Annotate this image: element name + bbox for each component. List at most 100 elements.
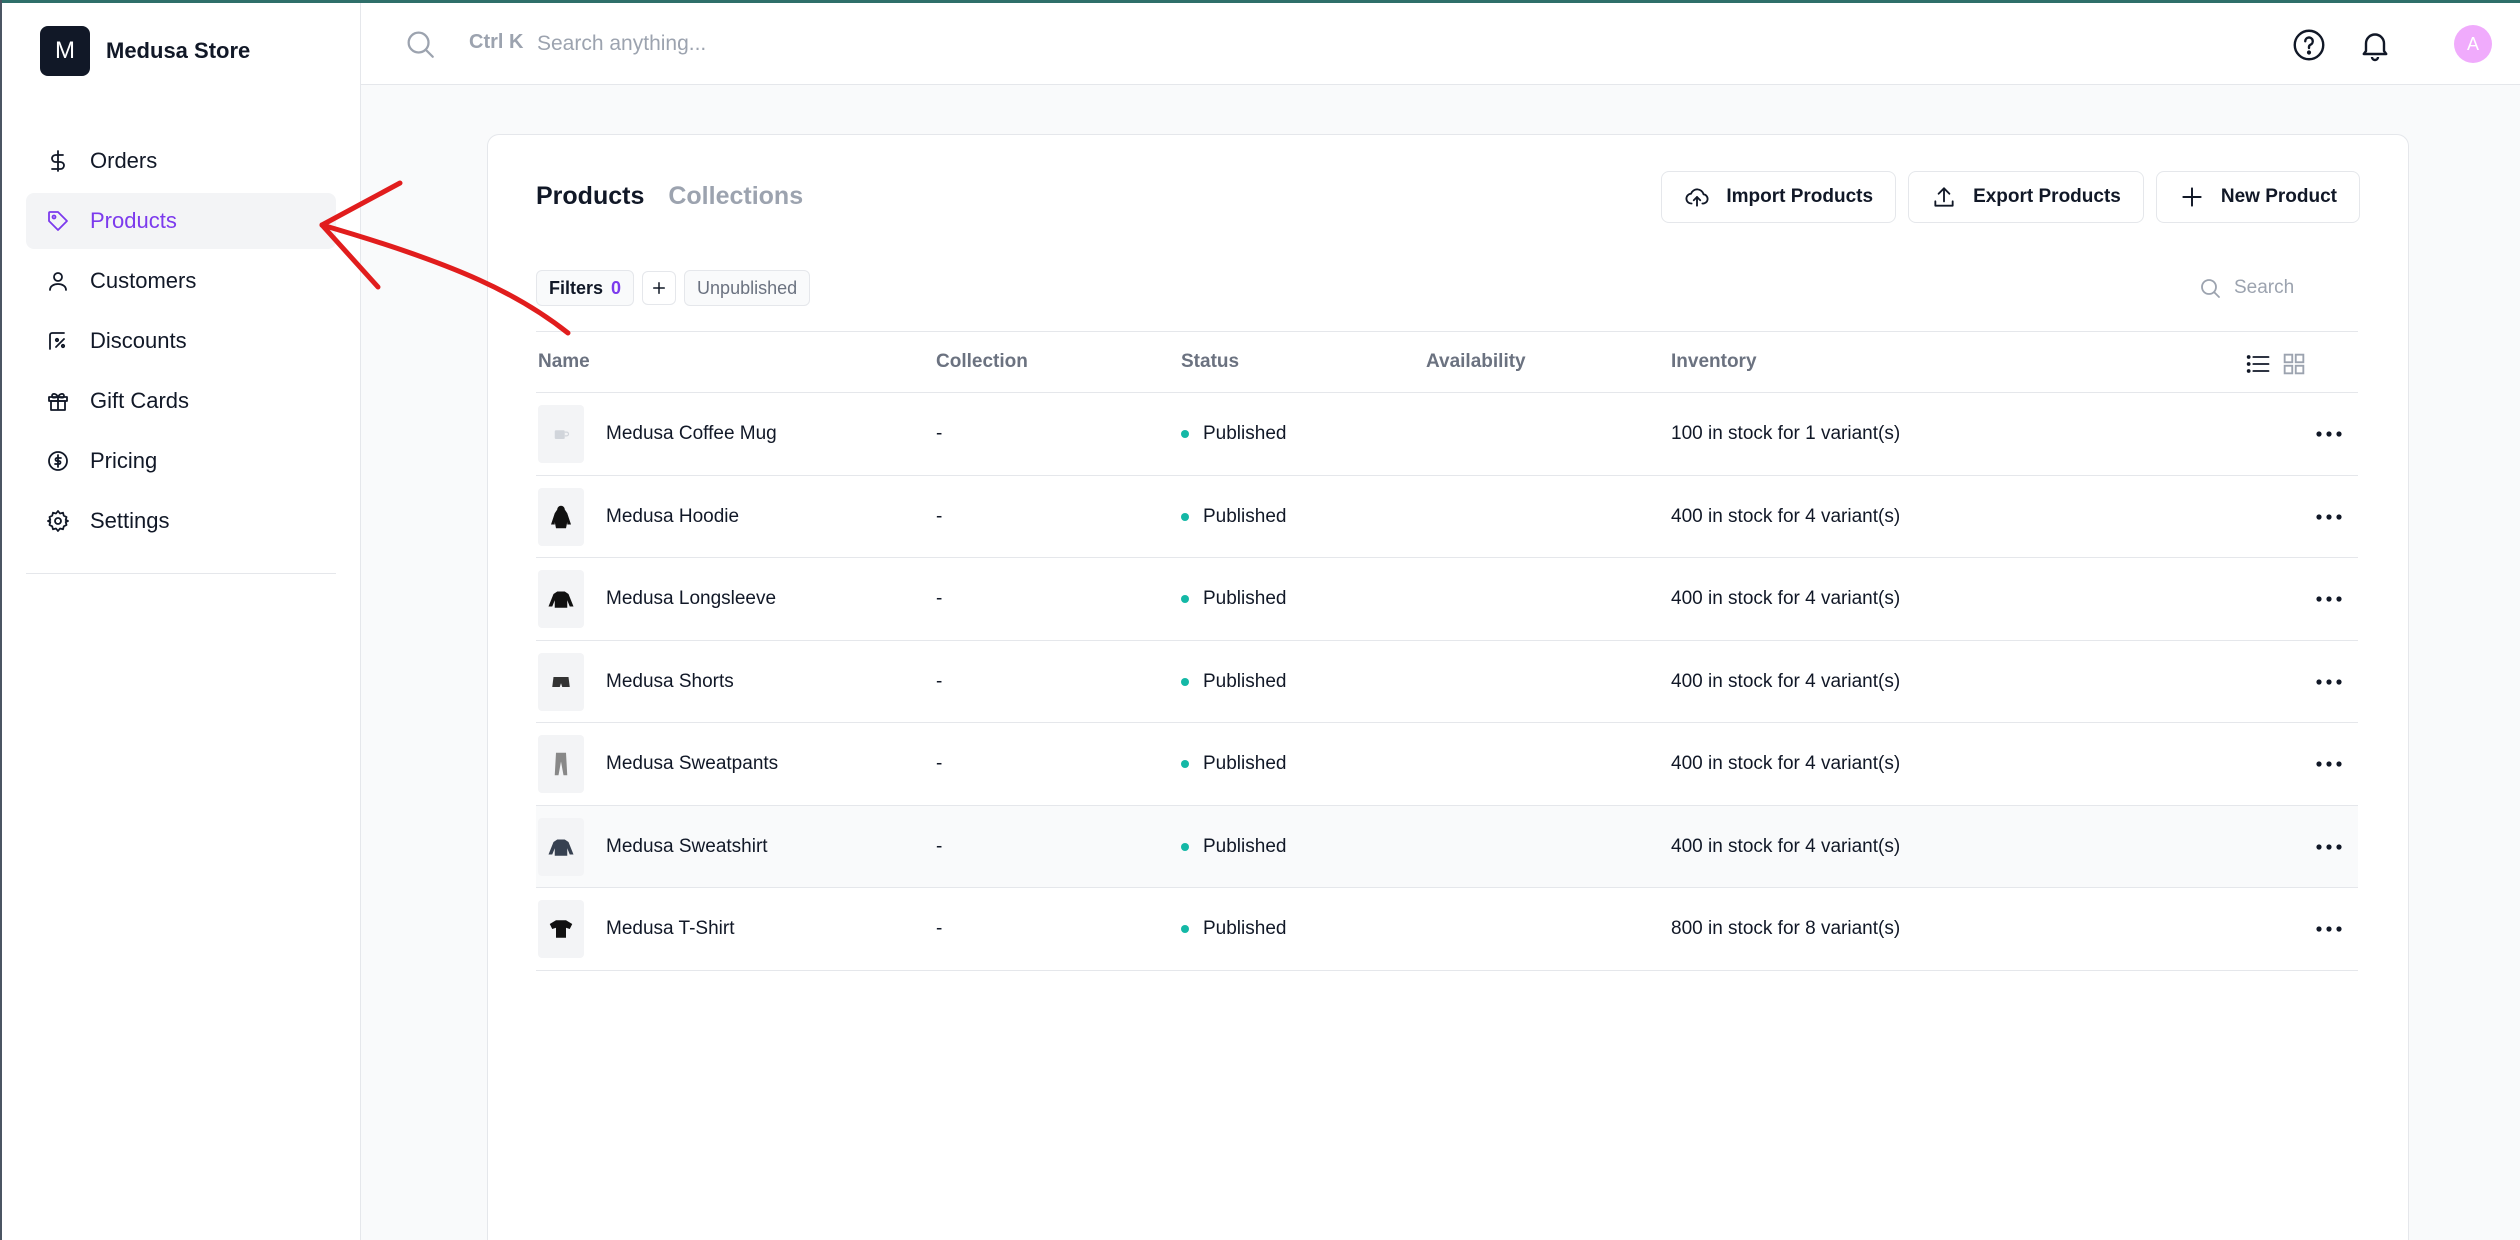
product-name: Medusa Hoodie [606, 505, 740, 527]
more-options-icon[interactable] [2312, 832, 2346, 862]
store-avatar: M [40, 26, 90, 76]
import-products-button[interactable]: Import Products [1661, 171, 1897, 223]
unpublished-filter-tab[interactable]: Unpublished [684, 270, 811, 306]
tab-collections[interactable]: Collections [668, 182, 803, 211]
table-header: Name Collection Status Availability Inve… [536, 331, 2358, 393]
product-name: Medusa T-Shirt [606, 918, 735, 939]
product-inventory: 800 in stock for 8 variant(s) [1671, 918, 1901, 939]
product-name: Medusa Sweatshirt [606, 835, 768, 857]
tab-products[interactable]: Products [536, 182, 644, 211]
sweatpants-icon [554, 752, 568, 776]
status-label: Published [1203, 670, 1287, 692]
table-row[interactable]: Medusa Longsleeve - Published 400 in sto… [536, 558, 2358, 641]
more-options-icon[interactable] [2312, 749, 2346, 779]
column-header-inventory: Inventory [1671, 351, 1757, 372]
dollar-icon [51, 150, 65, 172]
more-options-icon[interactable] [2312, 667, 2346, 697]
product-status: Published [1181, 476, 1286, 558]
gift-icon [48, 392, 68, 411]
help-icon[interactable] [2291, 27, 2327, 63]
topbar: Ctrl K A [361, 3, 2520, 85]
new-product-button[interactable]: New Product [2155, 171, 2360, 223]
column-header-availability: Availability [1426, 351, 1526, 372]
product-inventory: 100 in stock for 1 variant(s) [1671, 423, 1901, 444]
product-inventory: 400 in stock for 4 variant(s) [1671, 588, 1901, 609]
sidebar-item-products[interactable]: Products [26, 193, 336, 249]
store-name: Medusa Store [106, 38, 251, 63]
product-collection: - [936, 918, 943, 939]
gear-icon [47, 510, 69, 532]
product-collection: - [936, 423, 943, 444]
table-row[interactable]: Medusa Sweatpants - Published 400 in sto… [536, 723, 2358, 806]
product-collection: - [936, 588, 943, 609]
tshirt-icon [549, 920, 573, 938]
status-dot [1181, 595, 1189, 603]
sidebar-item-discounts[interactable]: Discounts [26, 313, 336, 369]
product-collection: - [936, 835, 943, 857]
longsleeve-icon [548, 591, 574, 608]
view-toggle [2236, 350, 2308, 378]
table-row[interactable]: Medusa Coffee Mug - Published 100 in sto… [536, 393, 2358, 476]
product-status: Published [1181, 558, 1286, 640]
table-row[interactable]: Medusa Sweatshirt - Published 400 in sto… [536, 805, 2358, 888]
sidebar-item-pricing[interactable]: Pricing [26, 433, 336, 489]
more-options-icon[interactable] [2312, 502, 2346, 532]
product-thumbnail [538, 652, 584, 711]
sidebar-item-label: Pricing [90, 448, 158, 473]
product-status: Published [1181, 393, 1286, 475]
table-search-input[interactable] [2234, 277, 2354, 299]
sidebar-item-settings[interactable]: Settings [26, 493, 336, 549]
new-product-label: New Product [2220, 186, 2337, 207]
column-header-collection: Collection [936, 351, 1028, 372]
list-view-icon[interactable] [2244, 350, 2272, 378]
sidebar-item-orders[interactable]: Orders [26, 133, 336, 189]
tag-icon [48, 211, 68, 231]
shorts-icon [552, 676, 570, 687]
more-options-icon[interactable] [2312, 419, 2346, 449]
filters-button[interactable]: Filters 0 [536, 270, 635, 306]
store-switcher[interactable]: M Medusa Store [40, 26, 250, 76]
column-header-status: Status [1181, 351, 1240, 372]
coin-icon [48, 451, 68, 471]
product-thumbnail [538, 817, 584, 876]
plus-icon [2182, 187, 2202, 207]
status-label: Published [1203, 588, 1287, 609]
table-row[interactable]: Medusa Hoodie - Published 400 in stock f… [536, 476, 2358, 558]
sidebar: M Medusa Store Orders Products Customers… [2, 3, 361, 1240]
product-collection: - [936, 505, 943, 527]
header-actions: Import Products Export Products New Prod… [1649, 171, 2360, 223]
plus-icon [653, 282, 666, 294]
mug-icon [554, 430, 570, 439]
table-search [2198, 269, 2358, 307]
sidebar-item-label: Discounts [90, 328, 187, 353]
product-status: Published [1181, 723, 1286, 805]
status-dot [1181, 925, 1189, 933]
status-label: Published [1203, 423, 1287, 444]
status-dot [1181, 430, 1189, 438]
hoodie-icon [551, 505, 571, 528]
table-row[interactable]: Medusa Shorts - Published 400 in stock f… [536, 641, 2358, 723]
product-thumbnail [538, 735, 584, 793]
more-options-icon[interactable] [2312, 914, 2346, 944]
product-thumbnail [538, 900, 584, 958]
search-icon[interactable] [403, 27, 437, 61]
sidebar-item-label: Gift Cards [90, 388, 190, 413]
product-inventory: 400 in stock for 4 variant(s) [1671, 753, 1901, 774]
grid-view-icon[interactable] [2280, 350, 2308, 378]
add-filter-button[interactable] [642, 271, 677, 305]
sidebar-nav: Orders Products Customers Discounts Gift… [26, 133, 336, 553]
table-row[interactable]: Medusa T-Shirt - Published 800 in stock … [536, 888, 2358, 971]
status-label: Published [1203, 753, 1287, 774]
sidebar-item-gift-cards[interactable]: Gift Cards [26, 373, 336, 429]
product-name: Medusa Shorts [606, 670, 734, 692]
search-shortcut-hint: Ctrl K [469, 31, 524, 53]
more-options-icon[interactable] [2312, 584, 2346, 614]
global-search-input[interactable] [537, 25, 1137, 63]
sidebar-item-customers[interactable]: Customers [26, 253, 336, 309]
product-inventory: 400 in stock for 4 variant(s) [1671, 670, 1901, 692]
export-products-button[interactable]: Export Products [1908, 171, 2144, 223]
product-status: Published [1181, 888, 1286, 970]
bell-icon[interactable] [2357, 27, 2393, 63]
product-status: Published [1181, 641, 1286, 723]
user-avatar[interactable]: A [2454, 25, 2492, 63]
